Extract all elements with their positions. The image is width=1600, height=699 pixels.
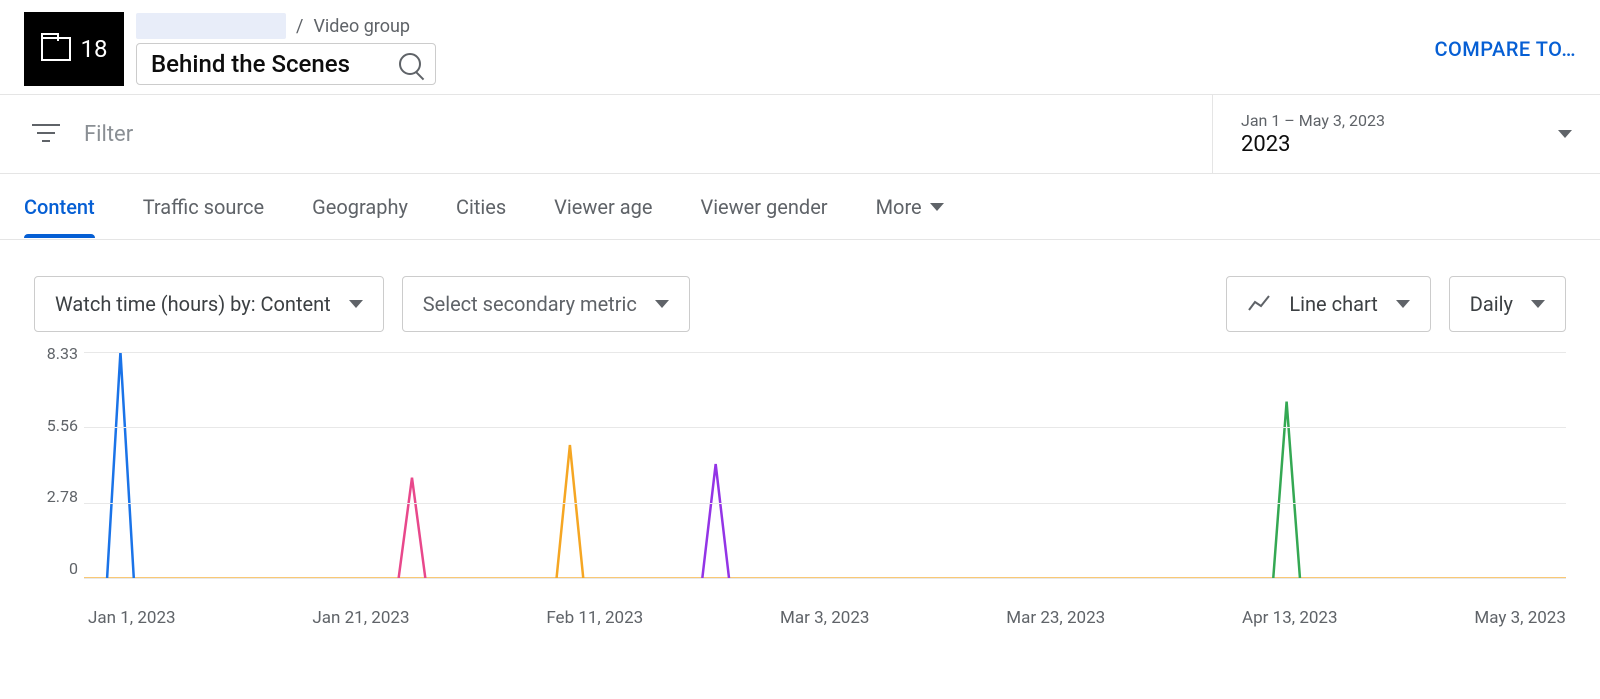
chevron-down-icon bbox=[1531, 300, 1545, 308]
filter-icon[interactable] bbox=[32, 124, 60, 144]
folder-icon bbox=[41, 37, 71, 61]
secondary-metric-select[interactable]: Select secondary metric bbox=[402, 276, 690, 332]
title-search-box[interactable]: Behind the Scenes bbox=[136, 43, 436, 85]
chart-series bbox=[702, 464, 729, 578]
breadcrumb-group[interactable]: Video group bbox=[313, 16, 410, 37]
tab-more-label: More bbox=[876, 195, 922, 219]
compare-to-button[interactable]: COMPARE TO… bbox=[1434, 37, 1576, 61]
date-preset-text: 2023 bbox=[1241, 132, 1385, 157]
breadcrumb-channel-blank[interactable] bbox=[136, 13, 286, 39]
granularity-select[interactable]: Daily bbox=[1449, 276, 1566, 332]
tabs-row: Content Traffic source Geography Cities View… bbox=[0, 174, 1600, 240]
tab-content[interactable]: Content bbox=[24, 177, 95, 237]
filter-input[interactable]: Filter bbox=[84, 122, 133, 147]
chevron-down-icon bbox=[655, 300, 669, 308]
folder-count: 18 bbox=[81, 35, 108, 63]
chevron-down-icon bbox=[930, 203, 944, 211]
y-axis-labels: 8.335.562.780 bbox=[28, 344, 78, 578]
breadcrumb-sep: / bbox=[296, 16, 303, 37]
chart-area[interactable]: 8.335.562.780 bbox=[84, 344, 1566, 604]
chevron-down-icon bbox=[1396, 300, 1410, 308]
tab-cities[interactable]: Cities bbox=[456, 177, 506, 237]
chart-series bbox=[557, 445, 584, 578]
tab-viewer-gender[interactable]: Viewer gender bbox=[700, 177, 827, 237]
chart-type-label: Line chart bbox=[1289, 292, 1377, 316]
chart-series bbox=[399, 478, 426, 578]
search-icon bbox=[399, 53, 421, 75]
chevron-down-icon bbox=[1558, 130, 1572, 138]
secondary-metric-label: Select secondary metric bbox=[423, 292, 637, 316]
granularity-label: Daily bbox=[1470, 292, 1513, 316]
page-title: Behind the Scenes bbox=[151, 50, 387, 78]
tab-geography[interactable]: Geography bbox=[312, 177, 408, 237]
primary-metric-select[interactable]: Watch time (hours) by: Content bbox=[34, 276, 384, 332]
tab-viewer-age[interactable]: Viewer age bbox=[554, 177, 652, 237]
plot bbox=[84, 352, 1566, 578]
chart-type-select[interactable]: Line chart bbox=[1226, 276, 1430, 332]
x-axis-labels: Jan 1, 2023Jan 21, 2023Feb 11, 2023Mar 3… bbox=[84, 608, 1566, 628]
chevron-down-icon bbox=[349, 300, 363, 308]
line-chart-icon bbox=[1247, 292, 1271, 316]
breadcrumb: / Video group bbox=[136, 13, 436, 39]
tab-traffic-source[interactable]: Traffic source bbox=[143, 177, 264, 237]
tab-more[interactable]: More bbox=[876, 177, 944, 237]
date-range-text: Jan 1 – May 3, 2023 bbox=[1241, 111, 1385, 130]
primary-metric-label: Watch time (hours) by: Content bbox=[55, 292, 331, 316]
chart-series bbox=[107, 352, 134, 578]
date-range-picker[interactable]: Jan 1 – May 3, 2023 2023 bbox=[1212, 95, 1600, 173]
folder-badge[interactable]: 18 bbox=[24, 12, 124, 86]
